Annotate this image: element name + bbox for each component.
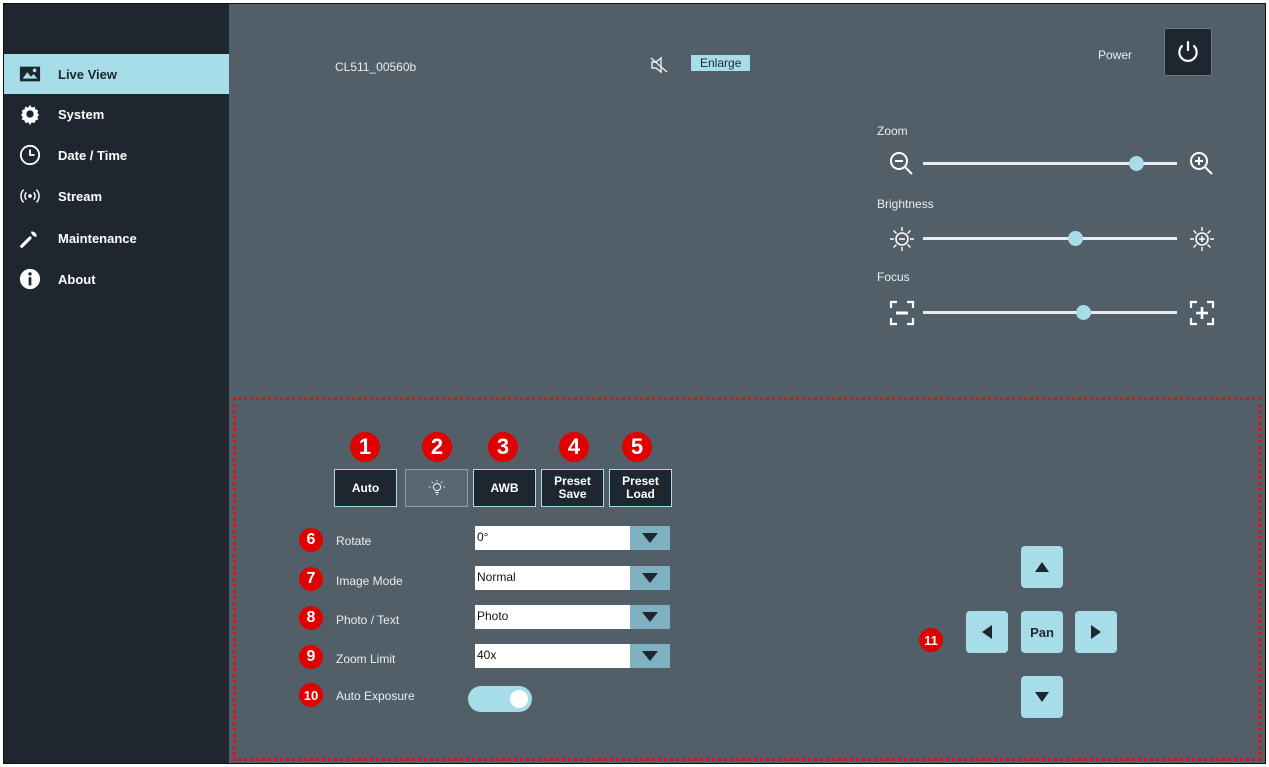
app-window: Live View System Date / Time Stream Main… — [3, 3, 1266, 764]
clock-icon — [18, 143, 42, 167]
zoom-slider[interactable] — [923, 156, 1177, 171]
zoom-limit-label: Zoom Limit — [336, 652, 396, 666]
pan-up-button[interactable] — [1021, 546, 1063, 588]
chevron-down-icon[interactable] — [630, 605, 670, 629]
device-name: CL511_00560b — [335, 60, 417, 74]
brightness-down-icon[interactable] — [887, 224, 917, 254]
enlarge-button[interactable]: Enlarge — [691, 55, 751, 71]
power-icon — [1178, 41, 1198, 63]
callout-marker: 3 — [488, 432, 518, 462]
arrow-left-icon — [982, 625, 992, 639]
zoom-limit-value: 40x — [477, 648, 497, 662]
brightness-up-icon[interactable] — [1187, 224, 1217, 254]
sidebar-item-maintenance[interactable]: Maintenance — [4, 218, 229, 258]
callout-marker: 7 — [299, 567, 323, 591]
awb-button[interactable]: AWB — [473, 469, 536, 507]
focus-far-icon[interactable] — [1187, 298, 1217, 328]
rotate-select[interactable]: 0° — [475, 526, 670, 550]
callout-marker: 1 — [350, 432, 380, 462]
preset-load-button[interactable]: Preset Load — [609, 469, 672, 507]
rotate-value: 0° — [477, 530, 489, 544]
chevron-down-icon[interactable] — [630, 526, 670, 550]
speaker-muted-icon[interactable] — [649, 56, 669, 74]
sidebar-item-date-time[interactable]: Date / Time — [4, 135, 229, 175]
callout-marker: 5 — [622, 432, 652, 462]
zoom-limit-select[interactable]: 40x — [475, 644, 670, 668]
focus-label: Focus — [877, 270, 910, 284]
focus-slider[interactable] — [923, 305, 1177, 320]
auto-focus-button[interactable]: Auto — [334, 469, 397, 507]
callout-marker: 8 — [299, 606, 323, 630]
callout-marker: 10 — [299, 683, 323, 707]
sidebar-item-label: Live View — [58, 66, 118, 82]
focus-slider-row — [877, 298, 1217, 328]
sidebar-item-system[interactable]: System — [4, 94, 229, 134]
toggle-knob — [510, 690, 528, 708]
sidebar-item-label: Stream — [58, 188, 103, 204]
lamp-button[interactable] — [405, 469, 468, 507]
image-mode-value: Normal — [477, 570, 516, 584]
sidebar: Live View System Date / Time Stream Main… — [4, 4, 229, 763]
image-mode-label: Image Mode — [336, 574, 403, 588]
zoom-out-icon[interactable] — [887, 149, 917, 179]
wrench-icon — [18, 226, 42, 250]
rotate-label: Rotate — [336, 534, 372, 548]
sidebar-item-label: Date / Time — [58, 147, 128, 163]
arrow-right-icon — [1091, 625, 1101, 639]
pan-down-button[interactable] — [1021, 676, 1063, 718]
power-label: Power — [1098, 48, 1133, 62]
pan-right-button[interactable] — [1075, 611, 1117, 653]
auto-exposure-toggle[interactable] — [468, 686, 532, 712]
info-icon — [18, 267, 42, 291]
brightness-label: Brightness — [877, 197, 934, 211]
sidebar-item-label: System — [58, 106, 105, 122]
sidebar-item-about[interactable]: About — [4, 259, 229, 299]
broadcast-icon — [18, 184, 42, 208]
zoom-label: Zoom — [877, 124, 908, 138]
callout-marker: 2 — [422, 432, 452, 462]
brightness-slider-row — [877, 224, 1217, 254]
brightness-slider-thumb[interactable] — [1068, 231, 1084, 246]
arrow-down-icon — [1035, 692, 1049, 702]
chevron-down-icon[interactable] — [630, 566, 670, 590]
sidebar-item-label: Maintenance — [58, 230, 137, 246]
zoom-slider-thumb[interactable] — [1129, 156, 1145, 171]
image-mode-select[interactable]: Normal — [475, 566, 670, 590]
sidebar-item-label: About — [58, 271, 96, 287]
photo-text-select[interactable]: Photo — [475, 605, 670, 629]
pan-left-button[interactable] — [966, 611, 1008, 653]
gear-icon — [18, 102, 42, 126]
callout-marker: 6 — [299, 528, 323, 552]
power-button[interactable] — [1164, 28, 1212, 76]
chevron-down-icon[interactable] — [630, 644, 670, 668]
zoom-slider-row — [877, 149, 1217, 179]
focus-slider-thumb[interactable] — [1076, 305, 1092, 320]
callout-marker: 4 — [559, 432, 589, 462]
callout-marker: 11 — [919, 628, 943, 652]
arrow-up-icon — [1035, 562, 1049, 572]
focus-near-icon[interactable] — [887, 298, 917, 328]
lamp-icon — [428, 479, 445, 495]
auto-exposure-label: Auto Exposure — [336, 689, 415, 703]
photo-text-value: Photo — [477, 609, 509, 623]
brightness-slider[interactable] — [923, 231, 1177, 246]
callout-marker: 9 — [299, 645, 323, 669]
sidebar-item-live-view[interactable]: Live View — [4, 54, 229, 94]
zoom-in-icon[interactable] — [1187, 149, 1217, 179]
pan-center-button[interactable]: Pan — [1021, 611, 1063, 653]
preset-save-button[interactable]: Preset Save — [541, 469, 604, 507]
image-icon — [18, 62, 42, 86]
sidebar-item-stream[interactable]: Stream — [4, 176, 229, 216]
photo-text-label: Photo / Text — [336, 613, 400, 627]
